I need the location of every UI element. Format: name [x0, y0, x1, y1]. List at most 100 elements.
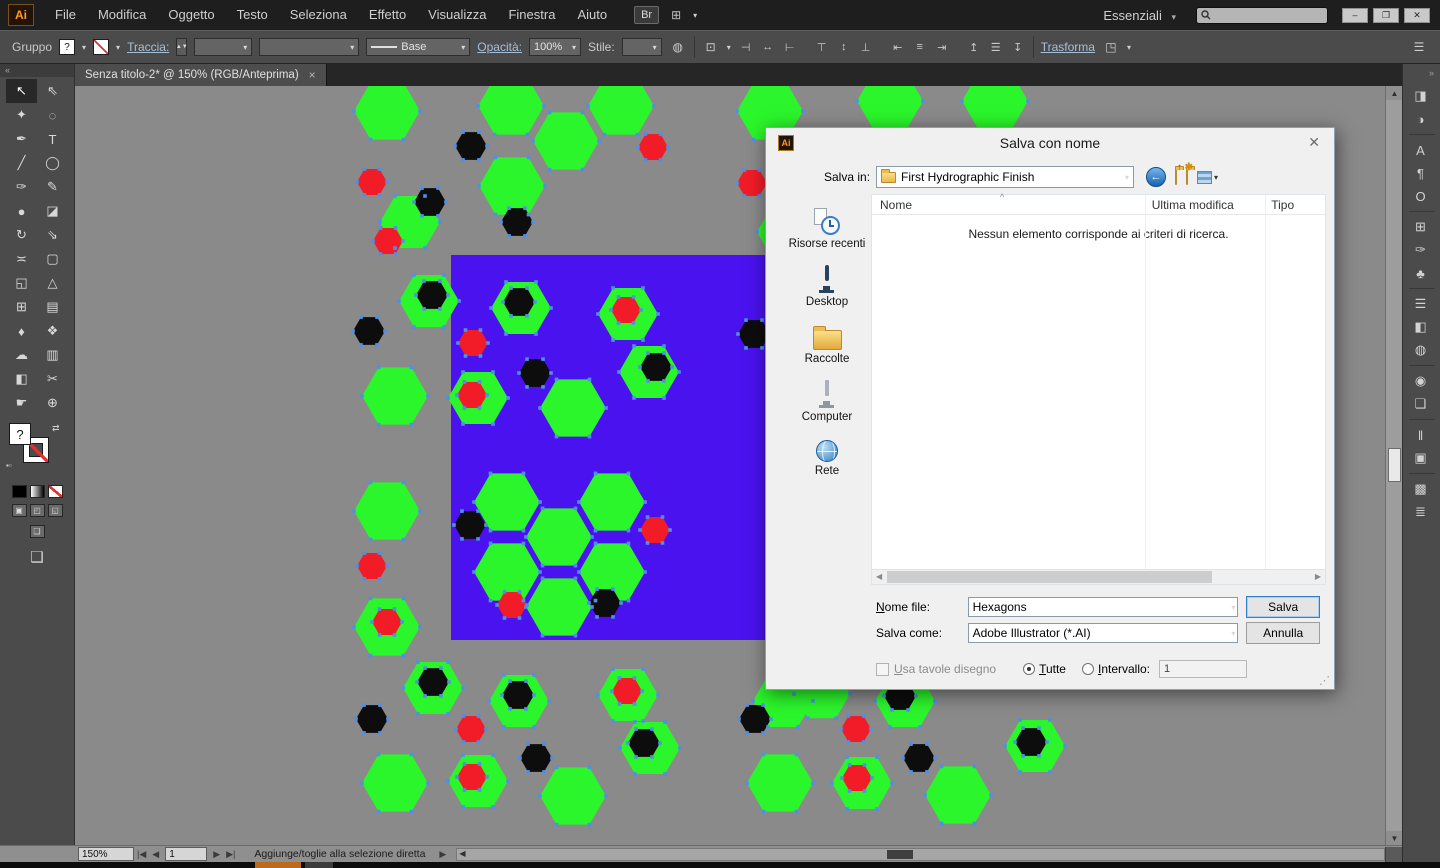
list-scroll-thumb[interactable] [887, 571, 1212, 583]
anchor-point[interactable] [488, 598, 493, 603]
scroll-right-icon[interactable]: ▶ [1315, 572, 1321, 581]
anchor-point[interactable] [925, 742, 929, 746]
search-input[interactable] [1211, 9, 1321, 21]
anchor-point[interactable] [1037, 754, 1041, 758]
anchor-point[interactable] [586, 104, 590, 108]
anchor-point[interactable] [587, 765, 592, 770]
anchor-point[interactable] [375, 343, 379, 347]
anchor-point[interactable] [418, 509, 422, 513]
anchor-point[interactable] [541, 385, 545, 389]
anchor-point[interactable] [611, 338, 615, 342]
anchor-point[interactable] [487, 699, 491, 703]
anchor-point[interactable] [619, 601, 623, 605]
anchor-point[interactable] [806, 716, 810, 720]
paintbrush-tool[interactable]: ✑ [6, 175, 37, 199]
anchor-point[interactable] [485, 144, 489, 148]
anchor-point[interactable] [509, 286, 513, 290]
draw-behind-button[interactable]: ◰ [29, 504, 45, 517]
anchor-point[interactable] [438, 220, 442, 224]
lasso-tool[interactable]: ◌ [37, 103, 68, 127]
anchor-point[interactable] [538, 406, 542, 410]
anchor-point[interactable] [401, 596, 406, 601]
anchor-point[interactable] [392, 607, 397, 611]
pencil-tool[interactable]: ✎ [37, 175, 68, 199]
anchor-point[interactable] [507, 234, 511, 238]
anchor-point[interactable] [368, 137, 373, 142]
anchor-point[interactable] [378, 226, 383, 230]
anchor-point[interactable] [596, 312, 600, 316]
anchor-point[interactable] [542, 104, 546, 108]
anchor-point[interactable] [634, 727, 638, 731]
anchor-point[interactable] [909, 742, 913, 746]
anchor-point[interactable] [761, 731, 765, 735]
anchor-point[interactable] [354, 717, 358, 721]
screen-mode-button[interactable]: ❏ [29, 525, 45, 538]
anchor-point[interactable] [972, 764, 977, 769]
anchor-point[interactable] [525, 314, 529, 318]
menu-item-finestra[interactable]: Finestra [497, 0, 566, 30]
first-artboard-icon[interactable]: |◀ [137, 849, 146, 860]
place-desktop[interactable]: Desktop [786, 265, 868, 308]
hexagon-green[interactable] [857, 86, 923, 130]
normal-screen-mode-icon[interactable]: ❑ [0, 548, 74, 566]
anchor-point[interactable] [377, 551, 382, 555]
anchor-point[interactable] [801, 109, 805, 113]
anchor-point[interactable] [873, 699, 877, 703]
brushes-panel-icon[interactable]: ✑ [1409, 239, 1433, 261]
anchor-point[interactable] [643, 500, 647, 504]
anchor-point[interactable] [524, 707, 528, 711]
anchor-point[interactable] [909, 770, 913, 774]
anchor-point[interactable] [477, 184, 481, 188]
layers-panel-icon[interactable]: ≣ [1409, 501, 1433, 523]
anchor-point[interactable] [658, 741, 662, 745]
column-header-type[interactable]: Tipo [1263, 195, 1325, 214]
anchor-point[interactable] [543, 184, 547, 188]
scroll-up-icon[interactable]: ▲ [1386, 86, 1403, 100]
anchor-point[interactable] [393, 252, 398, 256]
anchor-point[interactable] [439, 666, 443, 670]
anchor-point[interactable] [375, 315, 379, 319]
last-artboard-icon[interactable]: ▶| [226, 849, 235, 860]
anchor-point[interactable] [368, 653, 373, 658]
anchor-point[interactable] [1063, 744, 1067, 748]
anchor-point[interactable] [409, 422, 414, 427]
anchor-point[interactable] [643, 570, 647, 574]
anchor-point[interactable] [839, 727, 843, 731]
anchor-point[interactable] [507, 206, 511, 210]
anchor-point[interactable] [423, 666, 427, 670]
symbol-sprayer-tool[interactable]: ☁ [6, 343, 37, 367]
back-icon[interactable]: ← [1146, 167, 1166, 187]
anchor-point[interactable] [362, 731, 366, 735]
anchor-point[interactable] [534, 332, 538, 336]
resize-grip[interactable]: ⋰ [1319, 674, 1330, 687]
search-box[interactable] [1196, 6, 1328, 24]
anchor-point[interactable] [906, 708, 910, 712]
anchor-point[interactable] [794, 752, 799, 757]
anchor-point[interactable] [525, 603, 529, 607]
draw-normal-button[interactable]: ▣ [11, 504, 27, 517]
anchor-point[interactable] [523, 206, 527, 210]
anchor-point[interactable] [542, 742, 546, 746]
hexagon-green[interactable] [362, 754, 428, 812]
anchor-point[interactable] [888, 725, 892, 729]
anchor-point[interactable] [737, 717, 741, 721]
anchor-point[interactable] [401, 686, 405, 690]
stroke-weight-stepper[interactable]: ▲▼ [176, 38, 188, 56]
anchor-point[interactable] [436, 186, 440, 190]
rotate-tool[interactable]: ↻ [6, 223, 37, 247]
anchor-point[interactable] [742, 194, 747, 198]
anchor-point[interactable] [1048, 718, 1052, 722]
anchor-point[interactable] [587, 377, 592, 382]
anchor-point[interactable] [751, 699, 755, 703]
anchor-point[interactable] [454, 727, 458, 731]
menu-item-seleziona[interactable]: Seleziona [279, 0, 358, 30]
anchor-point[interactable] [761, 703, 765, 707]
anchor-point[interactable] [472, 500, 476, 504]
anchor-point[interactable] [875, 807, 879, 811]
up-one-level-icon[interactable]: ↑ [1175, 162, 1182, 185]
anchor-point[interactable] [525, 385, 529, 389]
anchor-point[interactable] [542, 770, 546, 774]
anchor-point[interactable] [446, 779, 450, 783]
anchor-point[interactable] [847, 763, 852, 767]
anchor-point[interactable] [359, 315, 363, 319]
